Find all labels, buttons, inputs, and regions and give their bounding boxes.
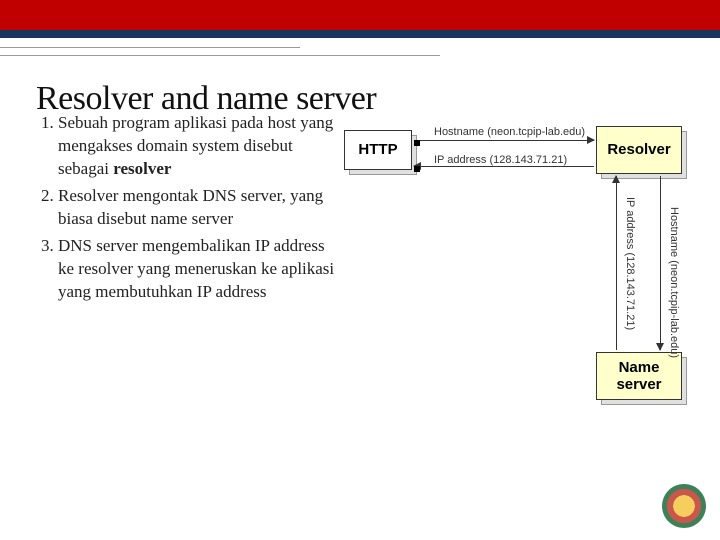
arrow-label-hostname: Hostname (neon.tcpip-lab.edu) — [434, 126, 585, 138]
box-label: HTTP — [358, 141, 397, 158]
arrow-up-icon — [616, 176, 617, 350]
arrow-label-hostname-vertical: Hostname (neon.tcpip-lab.edu) — [668, 207, 680, 358]
header-blue-bar — [0, 30, 720, 38]
numbered-list: Sebuah program aplikasi pada host yang m… — [36, 112, 336, 304]
box-label: Name server — [597, 359, 681, 394]
arrow-right-icon — [414, 140, 594, 141]
box-http: HTTP — [344, 130, 412, 170]
list-text: Sebuah program aplikasi pada host yang m… — [58, 113, 333, 178]
list-item: DNS server mengembalikan IP address ke r… — [58, 235, 336, 304]
list-item: Sebuah program aplikasi pada host yang m… — [58, 112, 336, 181]
divider-line — [0, 55, 440, 56]
list-item: Resolver mengontak DNS server, yang bias… — [58, 185, 336, 231]
text-column: Sebuah program aplikasi pada host yang m… — [36, 112, 336, 308]
box-resolver: Resolver — [596, 126, 682, 174]
arrow-down-icon — [660, 176, 661, 350]
box-name-server: Name server — [596, 352, 682, 400]
divider-line — [0, 47, 300, 48]
arrow-label-ip: IP address (128.143.71.21) — [434, 154, 567, 166]
slide-content: Resolver and name server Sebuah program … — [36, 80, 700, 530]
arrow-label-ip-vertical: IP address (128.143.71.21) — [624, 197, 636, 330]
university-logo-icon — [662, 484, 706, 528]
keyword-resolver: resolver — [113, 159, 171, 178]
box-label: Resolver — [607, 141, 670, 158]
diagram: HTTP Resolver Name server Hostname (neon… — [344, 112, 700, 472]
arrow-left-icon — [414, 166, 594, 167]
